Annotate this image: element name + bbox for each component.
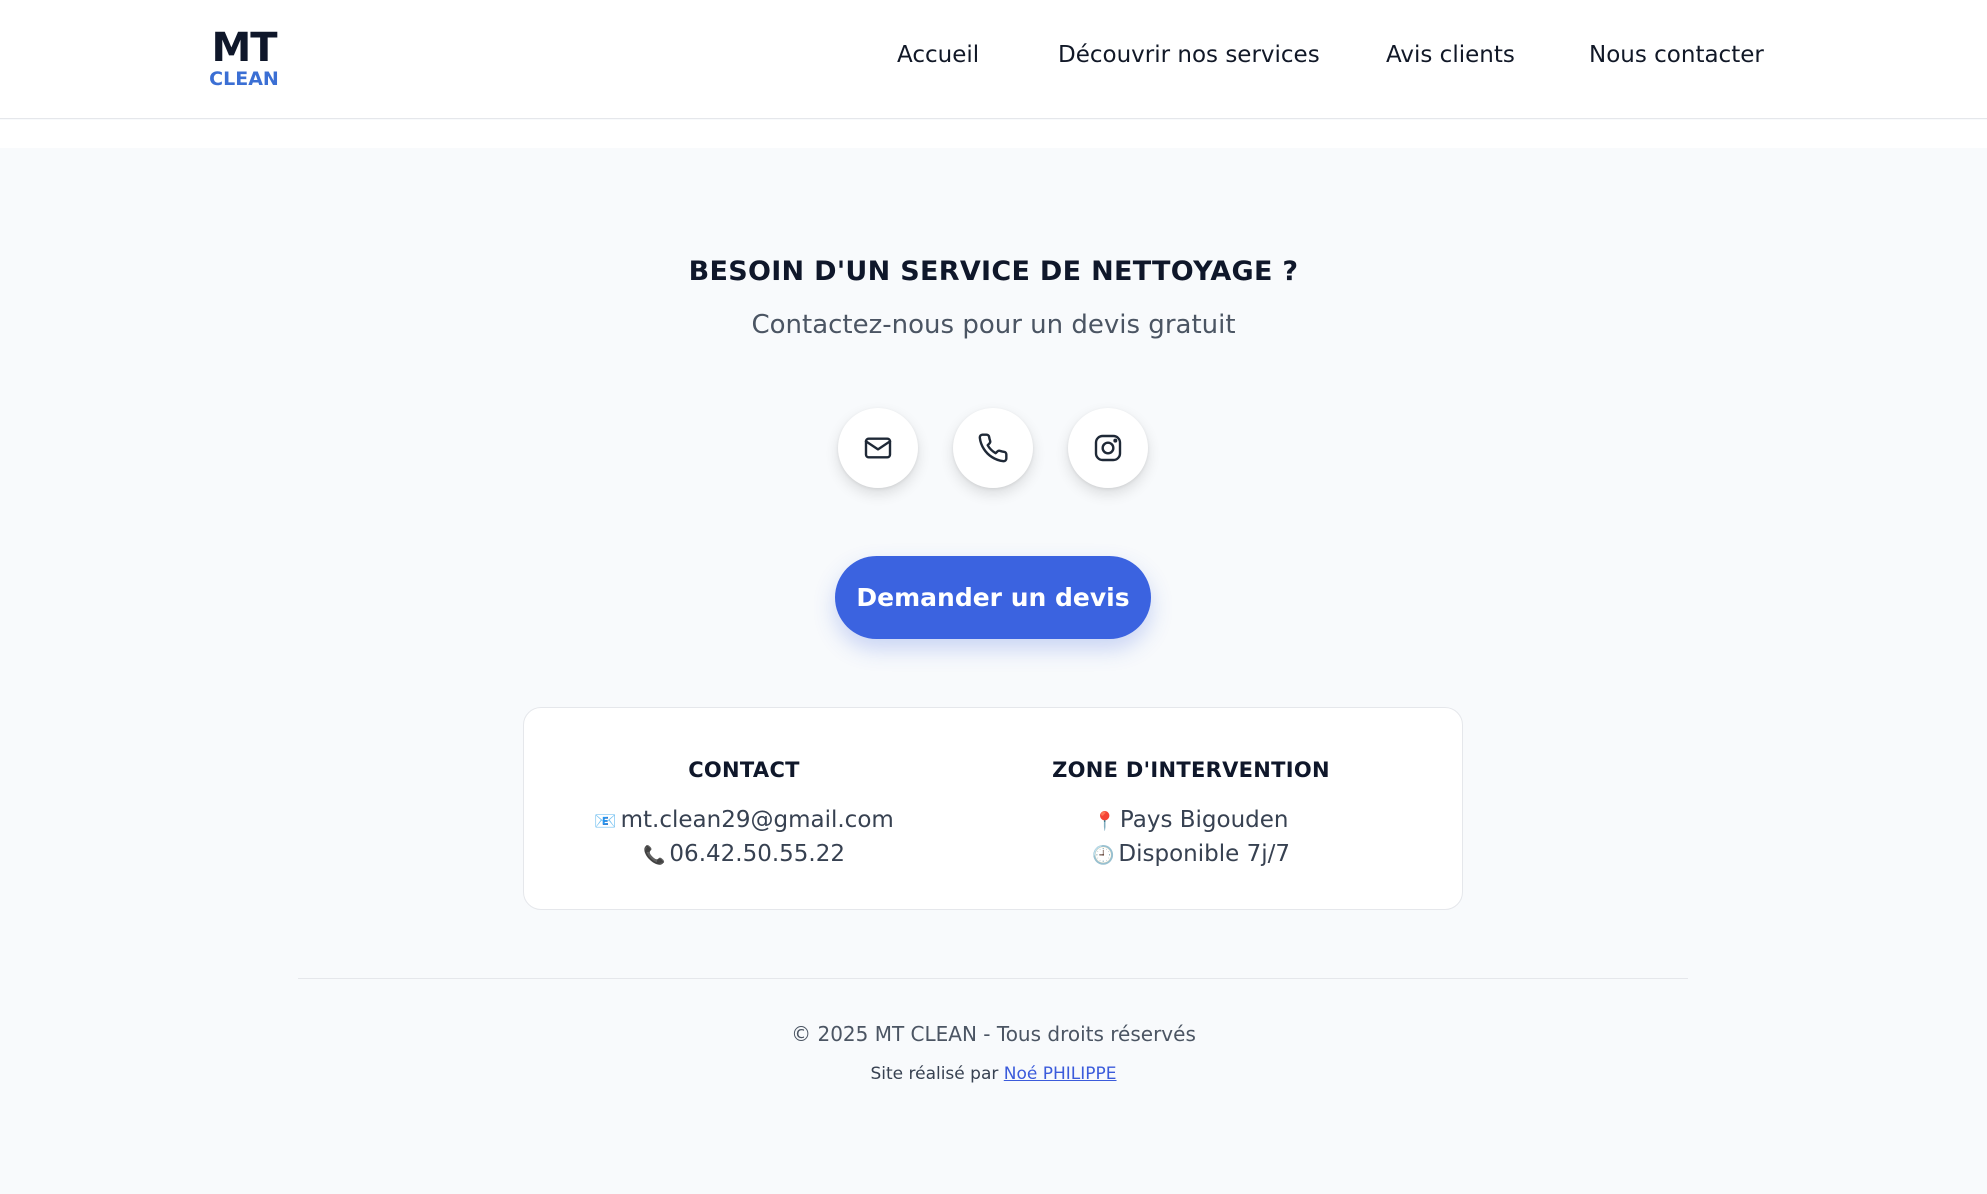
zone-heading: ZONE D'INTERVENTION (1052, 758, 1330, 782)
phone-icon (978, 433, 1008, 463)
header-spacer (0, 120, 1987, 148)
nav-contact[interactable]: Nous contacter (1589, 42, 1764, 68)
request-quote-button[interactable]: Demander un devis (835, 556, 1151, 639)
zone-place: Pays Bigouden (1119, 807, 1289, 833)
zone-place-line: 📍 Pays Bigouden (971, 804, 1411, 838)
credit-line: Site réalisé par Noé PHILIPPE (0, 1064, 1987, 1084)
site-header: MT CLEAN Accueil Découvrir nos services … (0, 0, 1987, 119)
contact-heading: CONTACT (688, 758, 800, 782)
hero-subtitle: Contactez-nous pour un devis gratuit (751, 310, 1236, 340)
email-emoji-icon: 📧 (594, 811, 617, 832)
instagram-icon (1094, 434, 1122, 462)
contact-column: CONTACT 📧 mt.clean29@gmail.com 📞 06.42.50.… (524, 758, 964, 872)
zone-availability-line: 🕘 Disponible 7j/7 (971, 838, 1411, 872)
contact-email[interactable]: mt.clean29@gmail.com (621, 807, 894, 833)
instagram-button[interactable] (1068, 408, 1148, 488)
hero-title: BESOIN D'UN SERVICE DE NETTOYAGE ? (688, 256, 1299, 287)
pin-emoji-icon: 📍 (1093, 811, 1116, 832)
contact-icons (838, 408, 1148, 488)
credit-link[interactable]: Noé PHILIPPE (1004, 1064, 1117, 1084)
nav-services[interactable]: Découvrir nos services (1058, 42, 1320, 68)
zone-availability: Disponible 7j/7 (1118, 841, 1290, 867)
footer-divider (298, 978, 1688, 979)
contact-phone-line: 📞 06.42.50.55.22 (524, 838, 964, 872)
nav-accueil[interactable]: Accueil (897, 42, 979, 68)
main-nav: Accueil Découvrir nos services Avis clie… (0, 42, 1987, 74)
contact-email-line: 📧 mt.clean29@gmail.com (524, 804, 964, 838)
zone-column: ZONE D'INTERVENTION 📍 Pays Bigouden 🕘 Disp… (971, 758, 1411, 872)
contact-phone[interactable]: 06.42.50.55.22 (669, 841, 845, 867)
copyright: © 2025 MT CLEAN - Tous droits réservés (791, 1022, 1196, 1046)
info-card: CONTACT 📧 mt.clean29@gmail.com 📞 06.42.50.… (523, 707, 1463, 910)
phone-emoji-icon: 📞 (643, 845, 666, 866)
mail-button[interactable] (838, 408, 918, 488)
nav-avis[interactable]: Avis clients (1386, 42, 1515, 68)
clock-emoji-icon: 🕘 (1091, 845, 1115, 866)
credit-prefix: Site réalisé par (870, 1064, 999, 1084)
phone-button[interactable] (953, 408, 1033, 488)
mail-icon (864, 437, 892, 459)
